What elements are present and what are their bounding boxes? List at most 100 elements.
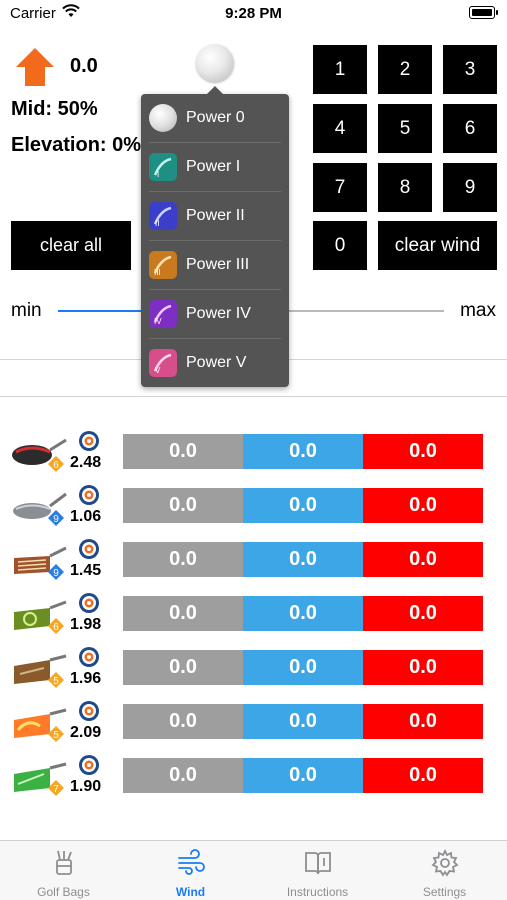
clear-all-button[interactable]: clear all bbox=[11, 221, 131, 270]
club-distance: 1.98 bbox=[70, 616, 102, 633]
target-icon bbox=[79, 647, 99, 667]
clock: 9:28 PM bbox=[225, 5, 282, 22]
key-8[interactable]: 8 bbox=[378, 163, 432, 212]
key-6[interactable]: 6 bbox=[443, 104, 497, 153]
gray-value-cell: 0.0 bbox=[123, 704, 243, 739]
rough-iron-icon: 5 bbox=[14, 708, 67, 742]
target-icon bbox=[79, 593, 99, 613]
blue-value-cell: 0.0 bbox=[243, 596, 363, 631]
key-9[interactable]: 9 bbox=[443, 163, 497, 212]
gray-value-cell: 0.0 bbox=[123, 434, 243, 469]
driver-icon: 6 bbox=[12, 438, 67, 472]
blue-value-cell: 0.0 bbox=[243, 488, 363, 523]
power-2-icon: II bbox=[149, 202, 177, 230]
tab-instructions[interactable]: Instructions bbox=[254, 841, 381, 900]
key-5[interactable]: 5 bbox=[378, 104, 432, 153]
key-3[interactable]: 3 bbox=[443, 45, 497, 94]
clear-wind-button[interactable]: clear wind bbox=[378, 221, 497, 270]
club-distance: 2.48 bbox=[70, 454, 102, 471]
club-level: 6 bbox=[53, 460, 59, 471]
tab-wind[interactable]: Wind bbox=[127, 841, 254, 900]
svg-text:II: II bbox=[155, 219, 159, 228]
club-distance: 1.45 bbox=[70, 562, 102, 579]
club-row: 5 2.09 0.0 0.0 0.0 bbox=[0, 701, 507, 744]
club-level: 5 bbox=[53, 730, 59, 741]
power-menu-item[interactable]: V Power V bbox=[141, 339, 289, 388]
red-value-cell: 0.0 bbox=[363, 650, 483, 685]
club-row: 6 2.48 0.0 0.0 0.0 bbox=[0, 431, 507, 474]
club-row: 9 1.45 0.0 0.0 0.0 bbox=[0, 539, 507, 582]
battery-icon bbox=[469, 6, 498, 19]
blue-value-cell: 0.0 bbox=[243, 542, 363, 577]
club-row: 6 1.98 0.0 0.0 0.0 bbox=[0, 593, 507, 636]
power-menu-item[interactable]: Power 0 bbox=[141, 94, 289, 143]
slider-min-label: min bbox=[11, 300, 42, 321]
svg-text:III: III bbox=[154, 268, 161, 277]
wood-icon: 9 bbox=[13, 492, 67, 526]
target-icon bbox=[79, 539, 99, 559]
golf-ball-icon bbox=[149, 104, 177, 132]
tab-label: Wind bbox=[175, 885, 206, 899]
slider-track-filled[interactable] bbox=[58, 310, 144, 312]
svg-text:IV: IV bbox=[154, 317, 162, 326]
target-icon bbox=[79, 431, 99, 451]
power-menu-label: Power I bbox=[186, 158, 241, 175]
red-value-cell: 0.0 bbox=[363, 758, 483, 793]
power-dropdown: Power 0 I Power I II Power II III Power … bbox=[141, 86, 289, 388]
power-5-icon: V bbox=[149, 349, 177, 377]
gray-value-cell: 0.0 bbox=[123, 542, 243, 577]
key-1[interactable]: 1 bbox=[313, 45, 367, 94]
tab-label: Settings bbox=[422, 885, 467, 899]
club-distance: 1.96 bbox=[70, 670, 102, 687]
power-4-icon: IV bbox=[149, 300, 177, 328]
power-menu-label: Power IV bbox=[186, 305, 251, 322]
divider bbox=[0, 396, 507, 397]
blue-value-cell: 0.0 bbox=[243, 758, 363, 793]
power-menu-label: Power III bbox=[186, 256, 250, 273]
elevation-label: Elevation: 0% bbox=[11, 134, 142, 156]
golf-bag-icon bbox=[56, 850, 72, 875]
tab-label: Instructions bbox=[286, 885, 349, 899]
club-distance: 2.09 bbox=[70, 724, 102, 741]
wind-direction-arrow-icon[interactable] bbox=[14, 46, 56, 88]
club-distance: 1.90 bbox=[70, 778, 102, 795]
club-row: 5 1.96 0.0 0.0 0.0 bbox=[0, 647, 507, 690]
mid-label: Mid: 50% bbox=[11, 98, 98, 120]
blue-value-cell: 0.0 bbox=[243, 434, 363, 469]
gear-icon bbox=[431, 848, 459, 877]
club-row: 7 1.90 0.0 0.0 0.0 bbox=[0, 755, 507, 798]
gray-value-cell: 0.0 bbox=[123, 650, 243, 685]
club-level: 9 bbox=[53, 514, 59, 525]
red-value-cell: 0.0 bbox=[363, 488, 483, 523]
target-icon bbox=[79, 485, 99, 505]
long-iron-icon: 9 bbox=[14, 546, 67, 580]
key-2[interactable]: 2 bbox=[378, 45, 432, 94]
wind-value: 0.0 bbox=[70, 55, 98, 77]
gray-value-cell: 0.0 bbox=[123, 488, 243, 523]
power-menu-item[interactable]: I Power I bbox=[141, 143, 289, 192]
red-value-cell: 0.0 bbox=[363, 542, 483, 577]
power-3-icon: III bbox=[149, 251, 177, 279]
svg-text:I: I bbox=[157, 170, 159, 179]
tab-settings[interactable]: Settings bbox=[381, 841, 507, 900]
power-menu-label: Power II bbox=[186, 207, 245, 224]
club-level: 5 bbox=[53, 676, 59, 687]
power-menu-item[interactable]: IV Power IV bbox=[141, 290, 289, 339]
power-menu-item[interactable]: II Power II bbox=[141, 192, 289, 241]
gray-value-cell: 0.0 bbox=[123, 596, 243, 631]
club-level: 7 bbox=[53, 784, 59, 795]
key-0[interactable]: 0 bbox=[313, 221, 367, 270]
red-value-cell: 0.0 bbox=[363, 704, 483, 739]
blue-value-cell: 0.0 bbox=[243, 650, 363, 685]
key-4[interactable]: 4 bbox=[313, 104, 367, 153]
tab-golf-bags[interactable]: Golf Bags bbox=[0, 841, 127, 900]
status-bar: Carrier 9:28 PM bbox=[0, 0, 507, 28]
key-7[interactable]: 7 bbox=[313, 163, 367, 212]
golf-ball-selector-icon[interactable] bbox=[196, 44, 234, 82]
svg-text:V: V bbox=[155, 366, 161, 375]
club-row: 9 1.06 0.0 0.0 0.0 bbox=[0, 485, 507, 528]
slider-track-empty[interactable] bbox=[288, 310, 444, 312]
red-value-cell: 0.0 bbox=[363, 434, 483, 469]
tab-bar: Golf Bags Wind Instructions Settings bbox=[0, 840, 507, 900]
power-menu-item[interactable]: III Power III bbox=[141, 241, 289, 290]
